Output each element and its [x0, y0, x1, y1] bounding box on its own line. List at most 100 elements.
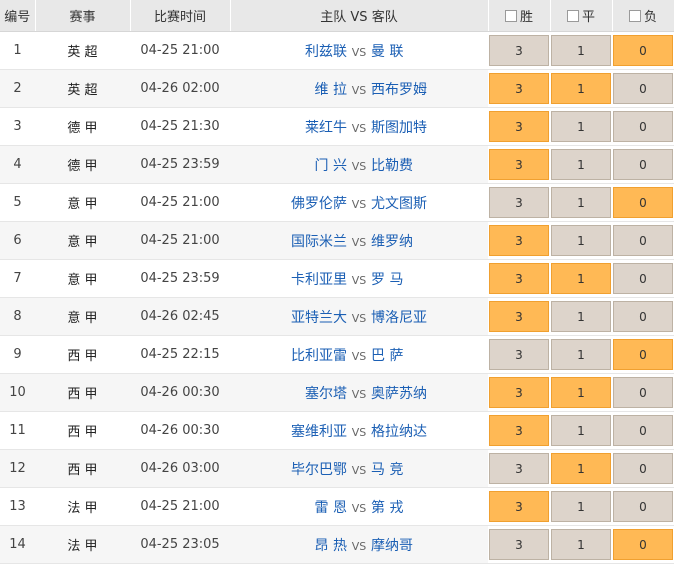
home-team-link[interactable]: 昂 热: [277, 535, 347, 555]
odds-button-win[interactable]: 3: [489, 225, 549, 256]
header-draw-label: 平: [581, 10, 595, 25]
odds-button-win[interactable]: 3: [489, 35, 549, 66]
table-row: 14 法 甲 04-25 23:05 昂 热 VS 摩纳哥 3 1 0: [0, 525, 674, 564]
odds-button-win[interactable]: 3: [489, 529, 549, 560]
home-team-link[interactable]: 国际米兰: [277, 231, 347, 251]
odds-button-draw[interactable]: 1: [551, 377, 611, 408]
header-draw[interactable]: 平: [550, 0, 613, 32]
home-team-link[interactable]: 莱红牛: [277, 117, 347, 137]
league-name: 德 甲: [35, 107, 130, 146]
away-team-link[interactable]: 第 戎: [371, 497, 441, 517]
away-team-link[interactable]: 曼 联: [371, 41, 441, 61]
odds-button-draw[interactable]: 1: [551, 35, 611, 66]
home-team-link[interactable]: 塞维利亚: [277, 421, 347, 441]
odds-button-lose[interactable]: 0: [613, 149, 673, 180]
odds-button-lose[interactable]: 0: [613, 491, 673, 522]
league-name: 意 甲: [35, 221, 130, 260]
odds-button-lose[interactable]: 0: [613, 301, 673, 332]
odds-button-lose[interactable]: 0: [613, 453, 673, 484]
odds-button-draw[interactable]: 1: [551, 149, 611, 180]
odds-button-draw[interactable]: 1: [551, 263, 611, 294]
home-team-link[interactable]: 门 兴: [277, 155, 347, 175]
home-team-link[interactable]: 雷 恩: [277, 497, 347, 517]
odds-cell-lose: 0: [612, 411, 674, 450]
away-team-link[interactable]: 巴 萨: [371, 345, 441, 365]
odds-button-draw[interactable]: 1: [551, 453, 611, 484]
odds-button-win[interactable]: 3: [489, 377, 549, 408]
match-number: 2: [0, 69, 35, 108]
odds-button-lose[interactable]: 0: [613, 263, 673, 294]
odds-button-lose[interactable]: 0: [613, 187, 673, 218]
odds-button-draw[interactable]: 1: [551, 225, 611, 256]
odds-button-lose[interactable]: 0: [613, 73, 673, 104]
match-time: 04-26 00:30: [130, 411, 230, 450]
odds-button-draw[interactable]: 1: [551, 339, 611, 370]
odds-button-win[interactable]: 3: [489, 339, 549, 370]
odds-button-win[interactable]: 3: [489, 415, 549, 446]
odds-button-lose[interactable]: 0: [613, 225, 673, 256]
odds-button-win[interactable]: 3: [489, 491, 549, 522]
odds-cell-draw: 1: [550, 31, 612, 70]
match-time: 04-25 23:05: [130, 525, 230, 564]
header-lose[interactable]: 负: [612, 0, 674, 32]
odds-button-draw[interactable]: 1: [551, 111, 611, 142]
home-team-link[interactable]: 比利亚雷: [277, 345, 347, 365]
odds-cell-lose: 0: [612, 259, 674, 298]
away-team-link[interactable]: 格拉纳达: [371, 421, 441, 441]
away-team-link[interactable]: 罗 马: [371, 269, 441, 289]
checkbox-draw[interactable]: [566, 10, 579, 22]
odds-cell-lose: 0: [612, 107, 674, 146]
odds-button-draw[interactable]: 1: [551, 73, 611, 104]
odds-button-win[interactable]: 3: [489, 149, 549, 180]
odds-button-lose[interactable]: 0: [613, 35, 673, 66]
odds-button-lose[interactable]: 0: [613, 111, 673, 142]
home-team-link[interactable]: 毕尔巴鄂: [277, 459, 347, 479]
away-team-link[interactable]: 摩纳哥: [371, 535, 441, 555]
odds-button-win[interactable]: 3: [489, 453, 549, 484]
odds-button-lose[interactable]: 0: [613, 415, 673, 446]
odds-cell-win: 3: [488, 449, 550, 488]
odds-cell-lose: 0: [612, 183, 674, 222]
odds-button-win[interactable]: 3: [489, 73, 549, 104]
away-team-link[interactable]: 比勒费: [371, 155, 441, 175]
odds-button-draw[interactable]: 1: [551, 415, 611, 446]
checkbox-win[interactable]: [504, 10, 517, 22]
vs-label: VS: [351, 387, 367, 401]
match-teams: 塞尔塔 VS 奥萨苏纳: [230, 373, 488, 412]
odds-cell-win: 3: [488, 373, 550, 412]
away-team-link[interactable]: 博洛尼亚: [371, 307, 441, 327]
home-team-link[interactable]: 利兹联: [277, 41, 347, 61]
odds-button-win[interactable]: 3: [489, 301, 549, 332]
odds-cell-lose: 0: [612, 69, 674, 108]
odds-button-lose[interactable]: 0: [613, 529, 673, 560]
odds-button-win[interactable]: 3: [489, 187, 549, 218]
away-team-link[interactable]: 尤文图斯: [371, 193, 441, 213]
odds-button-draw[interactable]: 1: [551, 187, 611, 218]
header-win[interactable]: 胜: [488, 0, 551, 32]
vs-label: VS: [351, 159, 367, 173]
away-team-link[interactable]: 维罗纳: [371, 231, 441, 251]
odds-button-draw[interactable]: 1: [551, 491, 611, 522]
odds-cell-lose: 0: [612, 373, 674, 412]
home-team-link[interactable]: 维 拉: [277, 79, 347, 99]
header-time: 比赛时间: [130, 0, 231, 32]
odds-button-draw[interactable]: 1: [551, 301, 611, 332]
away-team-link[interactable]: 奥萨苏纳: [371, 383, 441, 403]
checkbox-lose[interactable]: [628, 10, 641, 22]
odds-button-win[interactable]: 3: [489, 263, 549, 294]
match-number: 8: [0, 297, 35, 336]
home-team-link[interactable]: 佛罗伦萨: [277, 193, 347, 213]
header-league: 赛事: [35, 0, 131, 32]
home-team-link[interactable]: 卡利亚里: [277, 269, 347, 289]
odds-button-lose[interactable]: 0: [613, 339, 673, 370]
away-team-link[interactable]: 西布罗姆: [371, 79, 441, 99]
odds-button-win[interactable]: 3: [489, 111, 549, 142]
away-team-link[interactable]: 斯图加特: [371, 117, 441, 137]
header-win-label: 胜: [519, 10, 533, 25]
home-team-link[interactable]: 亚特兰大: [277, 307, 347, 327]
away-team-link[interactable]: 马 竞: [371, 459, 441, 479]
match-number: 14: [0, 525, 35, 564]
home-team-link[interactable]: 塞尔塔: [277, 383, 347, 403]
odds-button-draw[interactable]: 1: [551, 529, 611, 560]
odds-button-lose[interactable]: 0: [613, 377, 673, 408]
